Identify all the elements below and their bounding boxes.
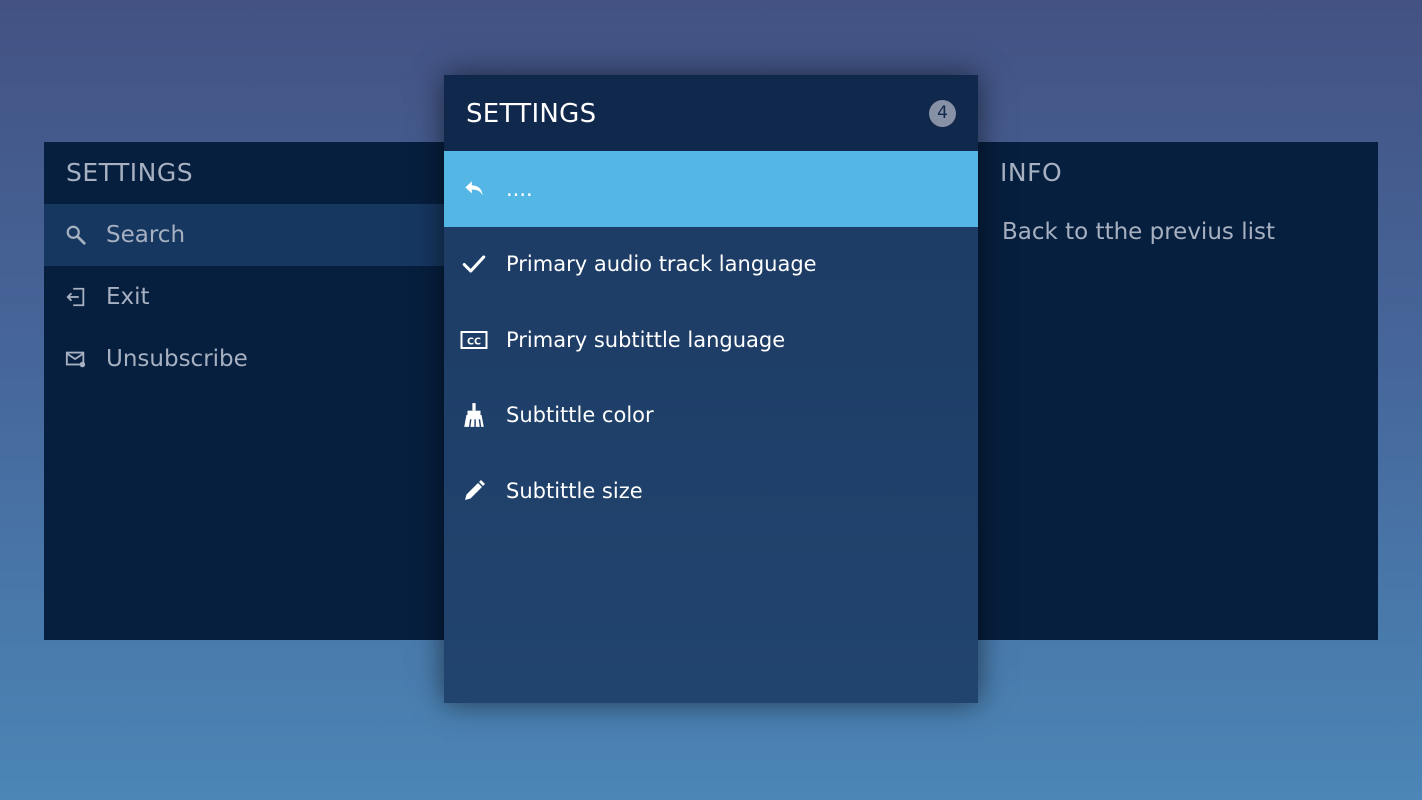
submenu-item-back[interactable]: ....: [444, 151, 978, 227]
menu-item-label: Search: [106, 222, 186, 248]
menu-item-label: Unsubscribe: [106, 346, 248, 372]
mail-icon: [64, 347, 88, 371]
check-icon: [460, 250, 488, 278]
info-panel-title: INFO: [1000, 158, 1063, 187]
submenu-header: SETTINGS 4: [444, 75, 978, 151]
side-panel-title: SETTINGS: [66, 158, 194, 187]
menu-item-exit[interactable]: Exit: [44, 266, 444, 328]
submenu-item-audio-language[interactable]: Primary audio track language: [444, 227, 978, 303]
menu-item-label: Exit: [106, 284, 150, 310]
exit-icon: [64, 285, 88, 309]
closed-caption-icon: CC: [460, 326, 488, 354]
info-description: Back to tthe previus list: [1002, 219, 1275, 245]
pencil-icon: [460, 477, 488, 505]
submenu-item-label: Subtittle color: [506, 403, 654, 428]
submenu-item-label: Primary audio track language: [506, 252, 817, 277]
item-count-badge: 4: [929, 100, 956, 127]
submenu-item-subtitle-color[interactable]: Subtittle color: [444, 378, 978, 454]
menu-item-search[interactable]: Search: [44, 204, 444, 266]
submenu-item-label: Primary subtittle language: [506, 327, 786, 352]
submenu-item-subtitle-size[interactable]: Subtittle size: [444, 453, 978, 529]
submenu-item-subtitle-language[interactable]: CC Primary subtittle language: [444, 302, 978, 378]
back-arrow-icon: [460, 175, 488, 203]
svg-text:CC: CC: [467, 336, 481, 347]
info-panel: INFO Back to tthe previus list: [978, 142, 1378, 640]
submenu-title: SETTINGS: [466, 99, 597, 129]
menu-item-unsubscribe[interactable]: Unsubscribe: [44, 328, 444, 390]
paint-brush-icon: [460, 401, 488, 429]
submenu-item-label: ....: [506, 176, 533, 201]
search-icon: [64, 223, 88, 247]
settings-submenu-panel: SETTINGS 4 .... Primary audio track lang…: [444, 75, 978, 703]
submenu-item-label: Subtittle size: [506, 478, 643, 503]
settings-side-panel: SETTINGS Search Exit Unsubscribe: [44, 142, 444, 640]
